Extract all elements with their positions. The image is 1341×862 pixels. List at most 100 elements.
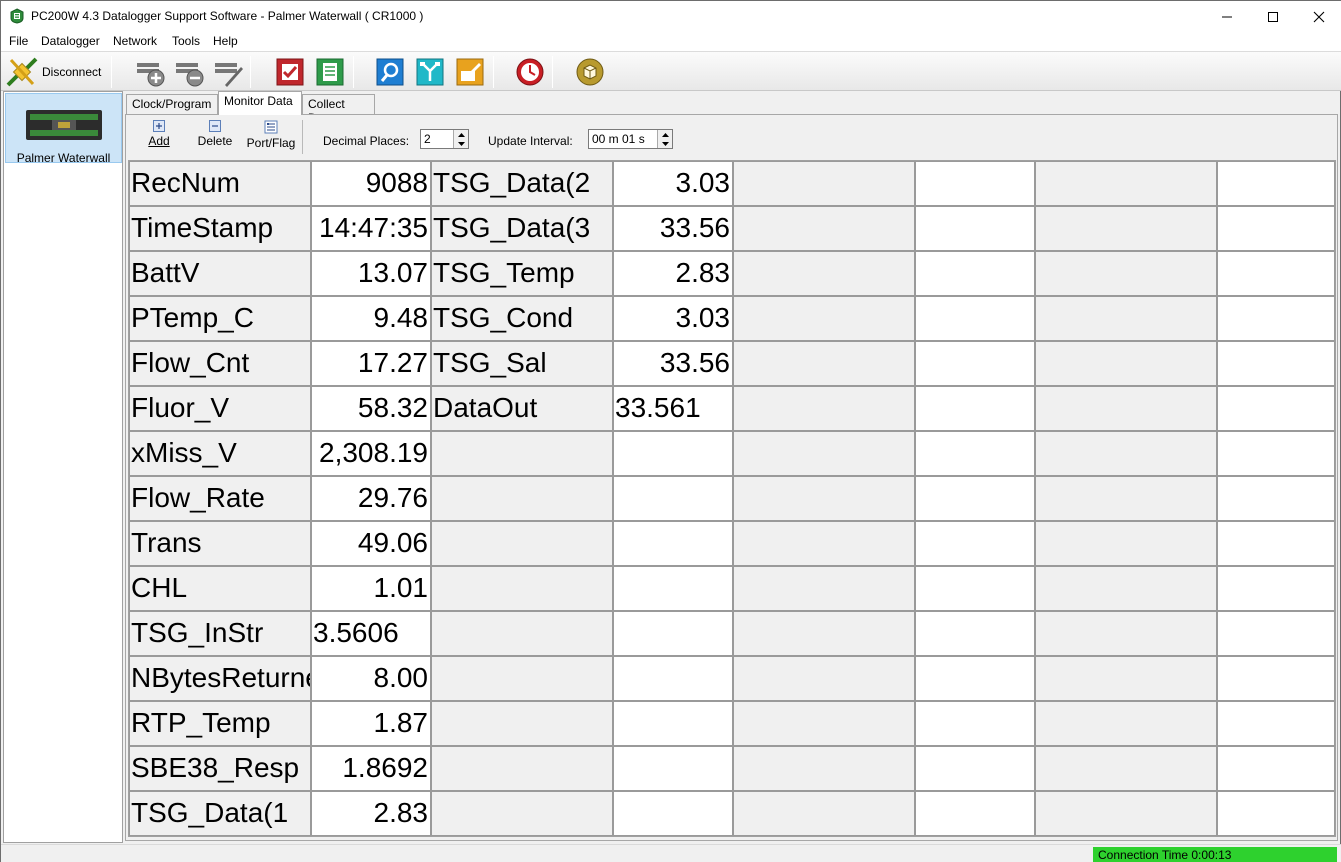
field-value-cell[interactable]: 3.03 [613, 161, 733, 206]
field-name-cell[interactable]: xMiss_V [129, 431, 311, 476]
field-name-cell[interactable]: TSG_Sal [431, 341, 613, 386]
cube-icon[interactable] [575, 57, 605, 87]
add-button[interactable]: Add [141, 120, 177, 156]
add-datalogger-icon[interactable] [135, 57, 165, 87]
decimal-places-stepper[interactable]: 2 [420, 129, 469, 149]
field-name-cell[interactable]: Flow_Rate [129, 476, 311, 521]
field-value-cell[interactable]: 33.56 [613, 206, 733, 251]
empty-cell[interactable] [733, 656, 915, 701]
empty-cell[interactable] [733, 746, 915, 791]
empty-cell[interactable] [1217, 431, 1335, 476]
empty-cell[interactable] [1035, 566, 1217, 611]
empty-cell[interactable] [1035, 656, 1217, 701]
close-button[interactable] [1296, 1, 1341, 32]
field-value-cell[interactable]: 49.06 [311, 521, 431, 566]
check-icon[interactable] [275, 57, 305, 87]
empty-cell[interactable] [1035, 611, 1217, 656]
delete-button[interactable]: Delete [193, 120, 237, 156]
empty-cell[interactable] [733, 386, 915, 431]
empty-cell[interactable] [1217, 206, 1335, 251]
field-name-cell[interactable]: TimeStamp [129, 206, 311, 251]
menu-network[interactable]: Network [113, 34, 157, 48]
field-value-cell[interactable]: 2.83 [613, 251, 733, 296]
field-name-cell[interactable]: Trans [129, 521, 311, 566]
empty-cell[interactable] [1217, 161, 1335, 206]
field-name-cell[interactable]: PTemp_C [129, 296, 311, 341]
empty-cell[interactable] [733, 341, 915, 386]
empty-cell[interactable] [613, 701, 733, 746]
field-name-cell[interactable]: TSG_Data(3 [431, 206, 613, 251]
empty-cell[interactable] [733, 431, 915, 476]
empty-cell[interactable] [915, 431, 1035, 476]
empty-cell[interactable] [915, 161, 1035, 206]
empty-cell[interactable] [1217, 611, 1335, 656]
clock-icon[interactable] [515, 57, 545, 87]
field-value-cell[interactable]: 17.27 [311, 341, 431, 386]
empty-cell[interactable] [431, 746, 613, 791]
empty-cell[interactable] [1035, 296, 1217, 341]
field-name-cell[interactable]: Flow_Cnt [129, 341, 311, 386]
update-interval-stepper[interactable]: 00 m 01 s [588, 129, 673, 149]
empty-cell[interactable] [915, 476, 1035, 521]
empty-cell[interactable] [431, 476, 613, 521]
empty-cell[interactable] [1217, 476, 1335, 521]
disconnect-button[interactable]: Disconnect [5, 55, 107, 89]
empty-cell[interactable] [1035, 701, 1217, 746]
field-value-cell[interactable]: 8.00 [311, 656, 431, 701]
remove-datalogger-icon[interactable] [174, 57, 204, 87]
field-name-cell[interactable]: NBytesReturned [129, 656, 311, 701]
update-interval-arrows[interactable] [657, 130, 672, 148]
field-name-cell[interactable]: CHL [129, 566, 311, 611]
field-name-cell[interactable]: Fluor_V [129, 386, 311, 431]
empty-cell[interactable] [1035, 341, 1217, 386]
empty-cell[interactable] [1217, 746, 1335, 791]
empty-cell[interactable] [915, 566, 1035, 611]
field-value-cell[interactable]: 1.01 [311, 566, 431, 611]
empty-cell[interactable] [1035, 476, 1217, 521]
menu-datalogger[interactable]: Datalogger [41, 34, 100, 48]
field-value-cell[interactable]: 33.561 [613, 386, 733, 431]
empty-cell[interactable] [1035, 386, 1217, 431]
field-value-cell[interactable]: 2,308.19 [311, 431, 431, 476]
empty-cell[interactable] [613, 521, 733, 566]
field-name-cell[interactable]: TSG_Data(1 [129, 791, 311, 836]
empty-cell[interactable] [915, 521, 1035, 566]
empty-cell[interactable] [915, 206, 1035, 251]
empty-cell[interactable] [613, 656, 733, 701]
view-icon[interactable] [375, 57, 405, 87]
edit-file-icon[interactable] [455, 57, 485, 87]
tab-clock-program[interactable]: Clock/Program [126, 94, 218, 114]
document-icon[interactable] [315, 57, 345, 87]
empty-cell[interactable] [915, 791, 1035, 836]
field-value-cell[interactable]: 9.48 [311, 296, 431, 341]
empty-cell[interactable] [431, 521, 613, 566]
menu-tools[interactable]: Tools [172, 34, 200, 48]
empty-cell[interactable] [1217, 701, 1335, 746]
empty-cell[interactable] [613, 746, 733, 791]
field-value-cell[interactable]: 1.87 [311, 701, 431, 746]
menu-file[interactable]: File [9, 34, 28, 48]
field-value-cell[interactable]: 3.5606 [311, 611, 431, 656]
empty-cell[interactable] [915, 611, 1035, 656]
field-name-cell[interactable]: TSG_InStr [129, 611, 311, 656]
empty-cell[interactable] [915, 701, 1035, 746]
field-name-cell[interactable]: RecNum [129, 161, 311, 206]
field-value-cell[interactable]: 13.07 [311, 251, 431, 296]
empty-cell[interactable] [1035, 206, 1217, 251]
empty-cell[interactable] [613, 431, 733, 476]
empty-cell[interactable] [915, 296, 1035, 341]
empty-cell[interactable] [613, 791, 733, 836]
empty-cell[interactable] [1035, 431, 1217, 476]
empty-cell[interactable] [915, 386, 1035, 431]
empty-cell[interactable] [431, 701, 613, 746]
empty-cell[interactable] [1035, 161, 1217, 206]
empty-cell[interactable] [733, 161, 915, 206]
field-name-cell[interactable]: TSG_Data(2 [431, 161, 613, 206]
empty-cell[interactable] [733, 701, 915, 746]
empty-cell[interactable] [431, 656, 613, 701]
empty-cell[interactable] [1217, 566, 1335, 611]
empty-cell[interactable] [1035, 791, 1217, 836]
empty-cell[interactable] [431, 611, 613, 656]
empty-cell[interactable] [1035, 251, 1217, 296]
field-value-cell[interactable]: 58.32 [311, 386, 431, 431]
